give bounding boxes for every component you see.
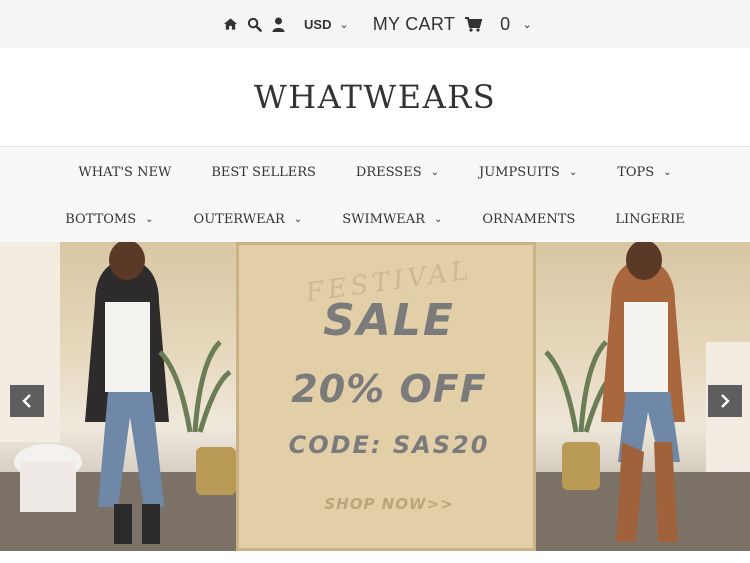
currency-label: USD <box>304 16 332 32</box>
nav-item-dresses[interactable]: DRESSES ⌄ <box>336 165 459 180</box>
nav-item-lingerie[interactable]: LINGERIE <box>595 212 704 227</box>
slider-prev-button[interactable] <box>10 385 44 417</box>
cart-label: MY CART <box>372 13 456 34</box>
slider-next-button[interactable] <box>708 385 742 417</box>
site-logo[interactable]: WHATWEARS <box>254 78 496 116</box>
nav-item-label: ORNAMENTS <box>482 211 576 227</box>
chevron-left-icon <box>22 394 31 408</box>
logo-area: WHATWEARS <box>0 48 750 146</box>
chevron-down-icon: ⌄ <box>568 166 578 178</box>
sale-text: SALE <box>323 295 455 346</box>
nav-item-label: WHAT'S NEW <box>78 164 172 180</box>
nav-item-bottoms[interactable]: BOTTOMS ⌄ <box>45 212 173 227</box>
utility-icons <box>218 12 290 36</box>
discount-text: 20% OFF <box>291 367 487 411</box>
chevron-down-icon: ⌄ <box>522 18 532 31</box>
nav-item-label: BOTTOMS <box>65 211 137 227</box>
search-icon[interactable] <box>242 12 266 36</box>
promo-banner[interactable]: FESTIVAL SALE 20% OFF CODE: SAS20 SHOP N… <box>236 242 536 551</box>
nav-item-label: TOPS <box>617 164 655 180</box>
nav-item-swimwear[interactable]: SWIMWEAR ⌄ <box>322 212 462 227</box>
shop-now-link[interactable]: SHOP NOW>> <box>239 495 539 513</box>
promo-code-text: CODE: SAS20 <box>288 431 490 459</box>
cart-count: 0 <box>500 13 511 34</box>
cart-button[interactable]: MY CART 0 ⌄ <box>373 14 532 35</box>
user-icon[interactable] <box>266 12 290 36</box>
top-utility-bar: USD ⌄ MY CART 0 ⌄ <box>0 0 750 48</box>
currency-selector[interactable]: USD ⌄ <box>304 17 349 32</box>
nav-item-label: SWIMWEAR <box>342 211 425 227</box>
chevron-right-icon <box>721 394 730 408</box>
cart-icon <box>465 16 483 32</box>
nav-row-1: WHAT'S NEW BEST SELLERS DRESSES ⌄ JUMPSU… <box>0 161 750 183</box>
nav-row-2: BOTTOMS ⌄ OUTERWEAR ⌄ SWIMWEAR ⌄ ORNAMEN… <box>0 208 750 230</box>
nav-item-tops[interactable]: TOPS ⌄ <box>597 165 691 180</box>
nav-item-ornaments[interactable]: ORNAMENTS <box>462 212 595 227</box>
chevron-down-icon: ⌄ <box>663 166 672 178</box>
nav-item-label: BEST SELLERS <box>211 164 316 180</box>
chevron-down-icon: ⌄ <box>145 213 154 225</box>
home-icon[interactable] <box>218 12 242 36</box>
hero-slider[interactable]: FESTIVAL SALE 20% OFF CODE: SAS20 SHOP N… <box>0 242 750 551</box>
nav-item-label: JUMPSUITS <box>479 164 560 180</box>
chevron-down-icon: ⌄ <box>339 18 349 31</box>
nav-item-outerwear[interactable]: OUTERWEAR ⌄ <box>174 212 323 227</box>
nav-item-label: OUTERWEAR <box>193 211 285 227</box>
nav-item-jumpsuits[interactable]: JUMPSUITS ⌄ <box>459 165 597 180</box>
chevron-down-icon: ⌄ <box>430 166 439 178</box>
main-nav: WHAT'S NEW BEST SELLERS DRESSES ⌄ JUMPSU… <box>0 146 750 242</box>
nav-item-best-sellers[interactable]: BEST SELLERS <box>191 165 336 180</box>
nav-item-label: DRESSES <box>355 164 422 180</box>
chevron-down-icon: ⌄ <box>293 213 303 225</box>
nav-item-label: LINGERIE <box>615 211 685 227</box>
chevron-down-icon: ⌄ <box>433 213 443 225</box>
nav-item-whats-new[interactable]: WHAT'S NEW <box>58 165 191 180</box>
